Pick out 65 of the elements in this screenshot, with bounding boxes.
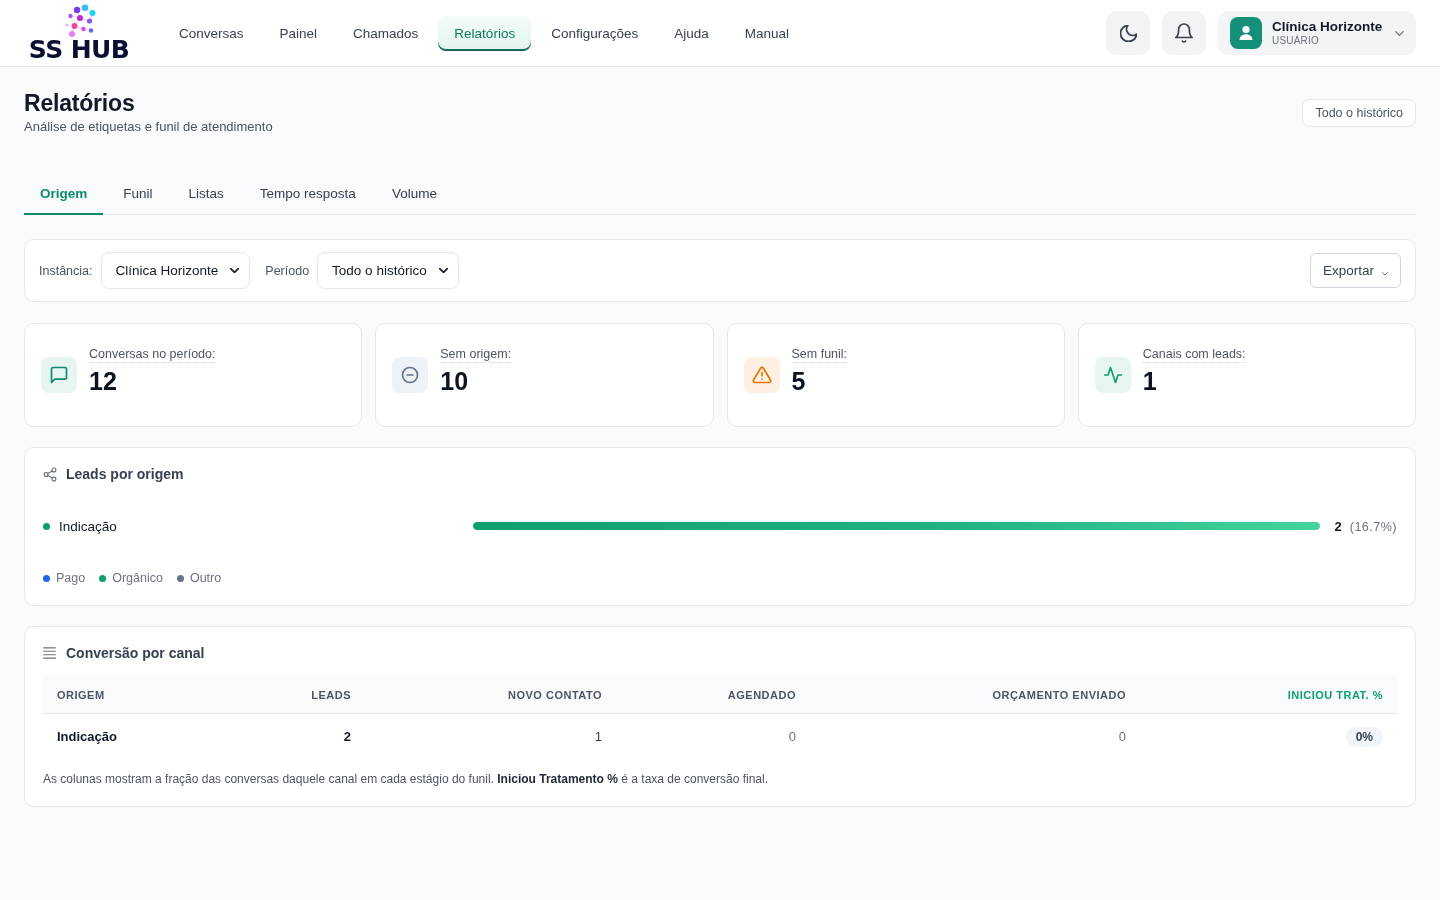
stat-label: Sem funil: xyxy=(791,346,848,363)
report-tab[interactable]: Volume xyxy=(375,173,453,215)
bell-icon xyxy=(1175,23,1193,43)
lead-count: 2 xyxy=(1334,518,1342,534)
stat-value: 12 xyxy=(89,366,117,396)
user-avatar-icon xyxy=(1230,17,1262,49)
notifications-button[interactable] xyxy=(1162,11,1206,55)
legend-label: Pago xyxy=(56,571,86,585)
period-select[interactable]: Todo o histórico xyxy=(317,252,459,289)
percentage-badge: 0% xyxy=(1345,726,1383,747)
moon-icon xyxy=(1119,24,1137,42)
page-title: Relatórios xyxy=(24,89,135,117)
nav-tab[interactable]: Conversas xyxy=(163,15,260,51)
theme-toggle-button[interactable] xyxy=(1106,11,1150,55)
user-name: Clínica Horizonte xyxy=(1272,19,1383,34)
instance-label: Instância: xyxy=(39,263,93,278)
export-button[interactable]: Exportar xyxy=(1309,253,1401,288)
logo-text: SS HUB xyxy=(28,38,130,63)
chevron-down-icon xyxy=(230,268,240,273)
report-tab[interactable]: Tempo resposta xyxy=(243,173,372,215)
table-footnote: As colunas mostram a fração das conversas daquele canal em cada estágio do funil. Iniciou Tratamento % é a taxa de conversão final. xyxy=(43,771,770,787)
chevron-down-icon xyxy=(1382,271,1388,276)
column-header: ORÇAMENTO ENVIADO xyxy=(991,688,1127,701)
rows-icon xyxy=(43,647,56,659)
stat-label: Canais com leads: xyxy=(1142,346,1246,363)
nav-tab[interactable]: Chamados xyxy=(337,15,435,51)
column-header: ORIGEM xyxy=(56,688,106,701)
page-subtitle: Análise de etiquetas e funil de atendimento xyxy=(24,118,273,136)
nav-tab[interactable]: Painel xyxy=(263,15,334,51)
nav-tab[interactable]: Manual xyxy=(728,15,805,51)
user-menu-button[interactable]: Clínica Horizonte USUÁRIO xyxy=(1218,11,1416,55)
instance-select[interactable]: Clínica Horizonte xyxy=(100,252,251,289)
legend-label: Outro xyxy=(189,571,222,585)
report-tab[interactable]: Funil xyxy=(107,173,169,215)
table-cell-text: 1 xyxy=(593,729,603,744)
stat-label: Conversas no período: xyxy=(89,346,216,363)
stat-value: 1 xyxy=(1142,366,1157,396)
stat-value: 5 xyxy=(791,366,806,396)
period-label: Período xyxy=(265,263,310,278)
period-chip: Todo o histórico xyxy=(1302,98,1416,127)
report-tab[interactable]: Origem xyxy=(24,173,104,215)
section-title: Leads por origem xyxy=(66,466,184,482)
nav-tab[interactable]: Ajuda xyxy=(658,15,725,51)
report-tab[interactable]: Listas xyxy=(172,173,240,215)
column-header: LEADS xyxy=(310,688,352,701)
stat-value: 10 xyxy=(440,366,469,396)
table-cell-text: 0 xyxy=(1117,729,1127,744)
nav-tab[interactable]: Relatórios xyxy=(438,15,532,51)
stat-label: Sem origem: xyxy=(440,346,512,363)
share-icon xyxy=(43,466,57,482)
chat-bubble-icon xyxy=(41,357,77,393)
column-header: NOVO CONTATO xyxy=(507,688,603,701)
section-title: Conversão por canal xyxy=(66,645,205,661)
table-cell-text: 2 xyxy=(342,729,352,744)
column-header: AGENDADO xyxy=(726,688,797,701)
chevron-down-icon xyxy=(1395,30,1404,36)
table-cell-text: 0 xyxy=(787,729,797,744)
table-cell-text: Indicação xyxy=(56,729,118,744)
user-role: USUÁRIO xyxy=(1272,35,1319,47)
chevron-down-icon xyxy=(438,268,448,273)
legend-label: Orgânico xyxy=(112,571,163,585)
lead-share: (16.7%) xyxy=(1349,519,1397,534)
nav-tab[interactable]: Configurações xyxy=(535,15,655,51)
column-header: INICIOU TRAT. % xyxy=(1286,688,1384,701)
origin-label: Indicação xyxy=(59,518,117,534)
